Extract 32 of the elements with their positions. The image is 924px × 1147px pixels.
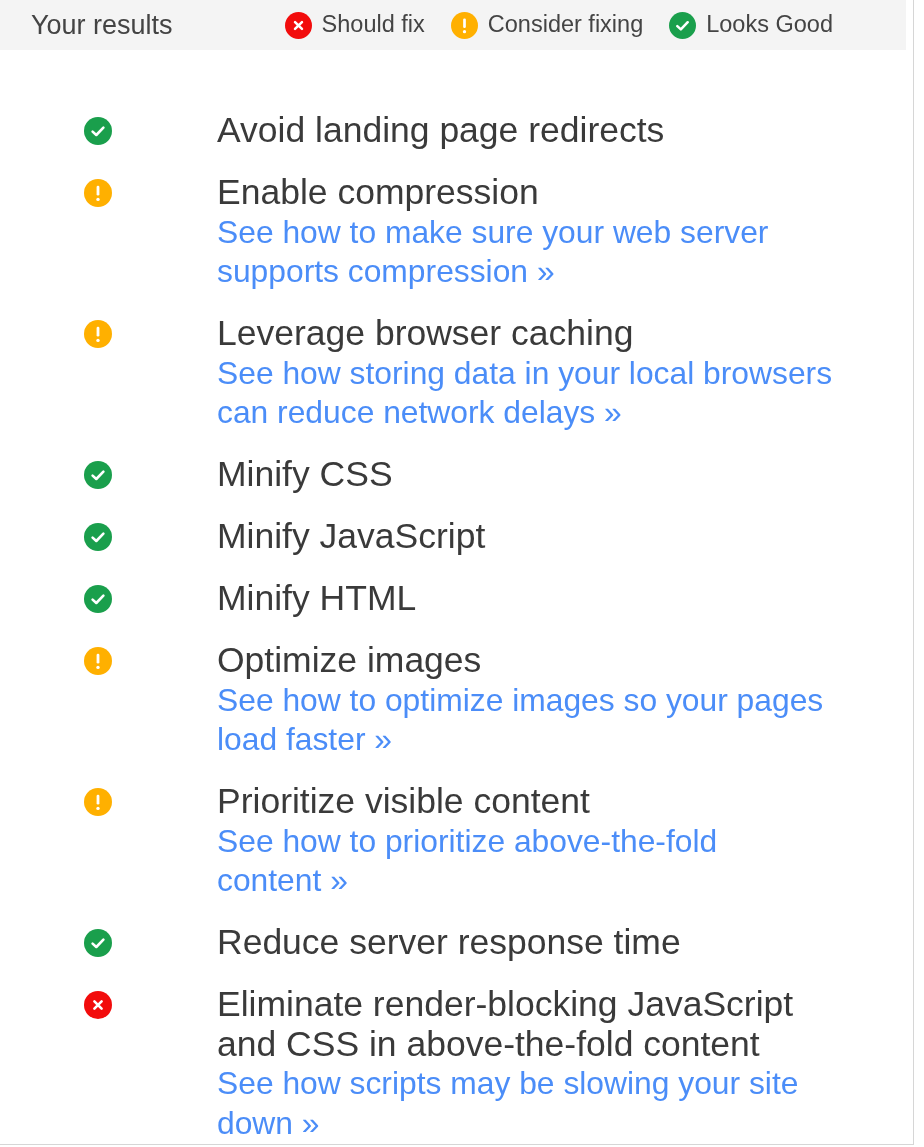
check-circle-icon <box>84 523 112 551</box>
rule-title: Minify JavaScript <box>217 517 487 557</box>
rule-title: Avoid landing page redirects <box>217 111 666 151</box>
legend-label: Consider fixing <box>487 10 644 40</box>
guide-link[interactable]: See how storing data in your local browsers can reduce network delays » <box>217 353 849 433</box>
guide-link[interactable]: See how to make sure your web server supports compression » <box>217 212 849 292</box>
exclamation-circle-icon <box>84 647 112 675</box>
rule-title: Optimize images <box>217 641 483 681</box>
rule-title: Eliminate render-blocking JavaScript and CSS in above-the-fold content <box>217 985 795 1064</box>
exclamation-circle-icon <box>84 788 112 816</box>
legend-label: Should fix <box>321 10 425 40</box>
rule-title: Leverage browser caching <box>217 314 635 354</box>
check-circle-icon <box>84 585 112 613</box>
check-circle-icon <box>669 11 697 39</box>
exclamation-circle-icon <box>450 11 478 39</box>
rule-title: Prioritize visible content <box>217 782 591 822</box>
header-title: Your results <box>31 8 173 42</box>
x-circle-icon <box>284 11 312 39</box>
rule-title: Reduce server response time <box>217 923 682 963</box>
rule-title: Enable compression <box>217 173 540 213</box>
check-circle-icon <box>84 461 112 489</box>
exclamation-circle-icon <box>84 179 112 207</box>
guide-link[interactable]: See how to optimize images so your pages load faster » <box>217 680 849 760</box>
x-circle-icon <box>84 991 112 1019</box>
guide-link[interactable]: See how scripts may be slowing your site down » <box>217 1064 849 1143</box>
rule-title: Minify HTML <box>217 579 418 619</box>
check-circle-icon <box>84 929 112 957</box>
legend-label: Looks Good <box>706 10 833 40</box>
check-circle-icon <box>84 117 112 145</box>
rule-title: Minify CSS <box>217 455 394 495</box>
guide-link[interactable]: See how to prioritize above-the-fold content » <box>217 821 849 901</box>
exclamation-circle-icon <box>84 320 112 348</box>
